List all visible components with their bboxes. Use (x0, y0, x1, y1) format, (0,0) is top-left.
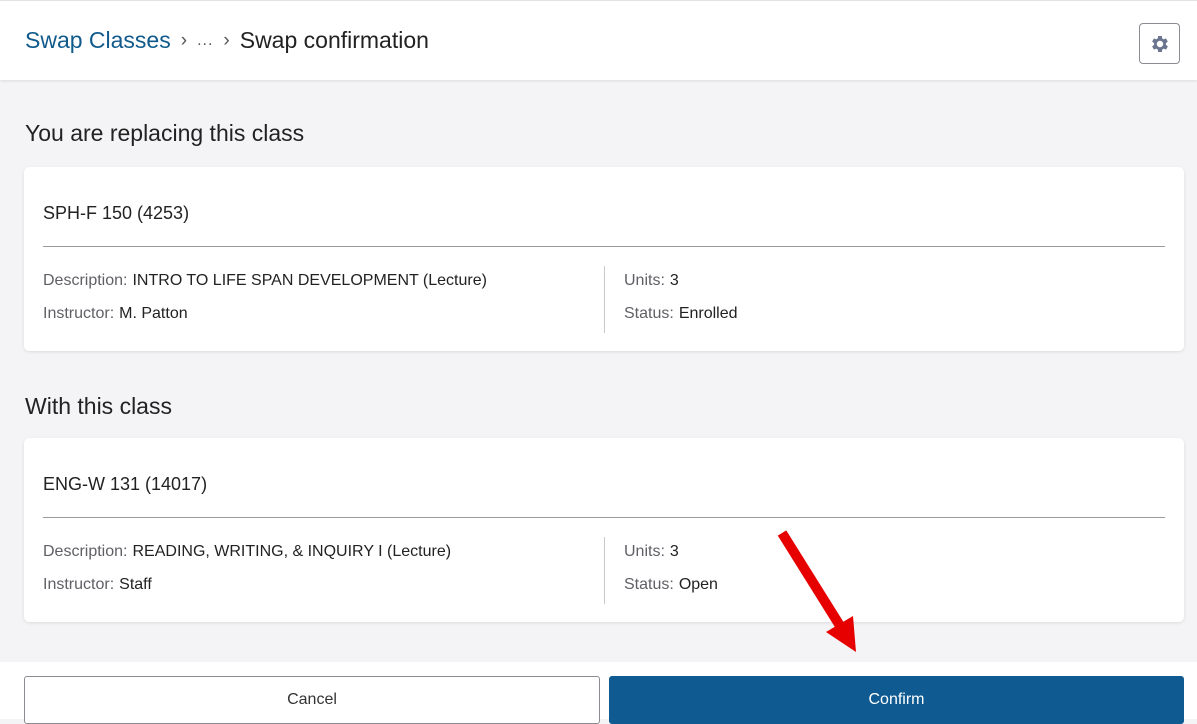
instructor-value: M. Patton (119, 305, 188, 322)
with-heading: With this class (25, 393, 172, 419)
replacing-units: Units: 3 (624, 272, 679, 290)
replacing-instructor: Instructor: M. Patton (43, 305, 188, 323)
confirm-button[interactable]: Confirm (609, 676, 1184, 724)
units-label: Units: (624, 272, 665, 289)
instructor-value: Staff (119, 576, 152, 593)
replacing-class-card: SPH-F 150 (4253) Description: INTRO TO LI… (24, 167, 1184, 351)
with-class-card: ENG-W 131 (14017) Description: READING, W… (24, 438, 1184, 622)
card-divider (43, 246, 1165, 247)
with-description: Description: READING, WRITING, & INQUIRY … (43, 543, 451, 561)
instructor-label: Instructor: (43, 576, 115, 593)
description-label: Description: (43, 272, 128, 289)
card-divider (43, 517, 1165, 518)
with-units: Units: 3 (624, 543, 679, 561)
with-status: Status: Open (624, 576, 718, 594)
chevron-right-icon: › (180, 29, 188, 51)
status-label: Status: (624, 305, 674, 322)
breadcrumb-current: Swap confirmation (239, 27, 429, 53)
description-label: Description: (43, 543, 128, 560)
cancel-button[interactable]: Cancel (24, 676, 600, 724)
instructor-label: Instructor: (43, 305, 115, 322)
settings-button[interactable] (1139, 23, 1180, 64)
status-value: Enrolled (678, 305, 738, 322)
page-header: Swap Classes › ... › Swap confirmation (0, 0, 1197, 80)
description-value: READING, WRITING, & INQUIRY I (Lecture) (132, 543, 452, 560)
replacing-heading: You are replacing this class (25, 120, 305, 146)
with-class-title: ENG-W 131 (14017) (43, 474, 208, 494)
with-instructor: Instructor: Staff (43, 576, 152, 594)
vertical-divider (604, 266, 605, 333)
units-value: 3 (669, 543, 679, 560)
units-label: Units: (624, 543, 665, 560)
chevron-right-icon: › (223, 29, 230, 51)
gear-icon (1151, 35, 1168, 52)
action-footer: Cancel Confirm (0, 662, 1197, 724)
breadcrumb-swap-classes[interactable]: Swap Classes (25, 27, 171, 54)
vertical-divider (604, 537, 605, 604)
description-value: INTRO TO LIFE SPAN DEVELOPMENT (Lecture) (132, 272, 487, 289)
replacing-status: Status: Enrolled (624, 305, 738, 323)
replacing-description: Description: INTRO TO LIFE SPAN DEVELOPME… (43, 272, 487, 290)
status-label: Status: (624, 576, 674, 593)
units-value: 3 (669, 272, 679, 289)
status-value: Open (678, 576, 718, 593)
replacing-class-title: SPH-F 150 (4253) (43, 203, 190, 223)
breadcrumb-ellipsis[interactable]: ... (197, 32, 213, 50)
